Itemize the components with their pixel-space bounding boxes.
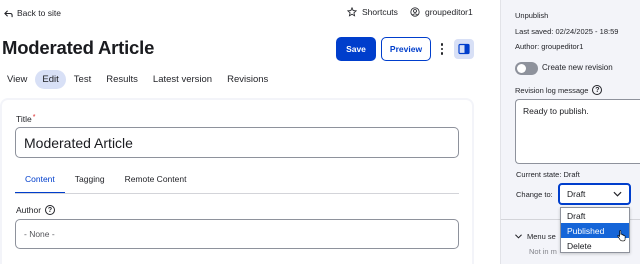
required-marker: * [32,114,36,121]
subtab-content[interactable]: Content [15,170,65,194]
star-icon [347,7,357,17]
sidebar-toggle-icon [458,43,470,55]
revision-log-textarea[interactable]: Ready to publish. [515,99,640,164]
subtabs-divider [15,193,459,194]
publish-status: Unpublish [515,11,549,20]
option-draft[interactable]: Draft [561,208,629,223]
current-state-text: Current state: Draft [516,170,580,179]
subtab-tagging[interactable]: Tagging [65,170,115,194]
back-arrow-icon [4,9,13,17]
menu-settings-toggle[interactable]: Menu se [515,232,556,241]
author-label-text: Author [16,205,42,215]
shortcuts-label: Shortcuts [362,7,398,17]
title-field-label: Title* [16,114,35,124]
revision-log-label-text: Revision log message [515,85,589,95]
revision-log-label: Revision log message ? [515,85,603,95]
title-input[interactable]: Moderated Article [15,127,459,158]
tab-latest-version[interactable]: Latest version [146,70,219,89]
top-toolbar: Back to site Shortcuts groupeditor1 [0,0,500,28]
back-to-site-label: Back to site [17,8,61,18]
title-label-text: Title [16,114,32,124]
tab-results[interactable]: Results [99,70,145,89]
change-to-label: Change to: [516,190,553,199]
sidebar-toggle-button[interactable] [454,39,474,59]
main-content: Back to site Shortcuts groupeditor1 Mode… [0,0,500,264]
create-revision-toggle[interactable] [515,62,538,75]
shortcuts-button[interactable]: Shortcuts [347,7,398,17]
change-to-select[interactable]: Draft [558,183,631,205]
user-menu[interactable]: groupeditor1 [410,7,473,17]
menu-settings-summary: Not in m [529,247,557,256]
author-select[interactable]: - None - [15,219,459,249]
primary-tabs: View Edit Test Results Latest version Re… [0,69,276,89]
preview-button[interactable]: Preview [381,37,431,61]
back-to-site-link[interactable]: Back to site [4,8,61,18]
tab-revisions[interactable]: Revisions [220,70,275,89]
tab-view[interactable]: View [0,70,34,89]
author-field-label: Author ? [16,205,56,215]
user-label: groupeditor1 [425,7,473,17]
more-actions-kebab-icon[interactable] [437,40,447,58]
user-icon [410,7,420,17]
tab-edit[interactable]: Edit [35,69,66,89]
subtab-remote-content[interactable]: Remote Content [115,170,197,194]
menu-settings-label: Menu se [527,232,556,241]
chevron-down-icon [515,234,522,239]
form-subtabs: Content Tagging Remote Content [15,170,196,194]
help-icon[interactable]: ? [592,85,603,95]
help-icon[interactable]: ? [45,205,56,215]
last-saved-text: Last saved: 02/24/2025 - 18:59 [515,27,619,36]
author-info-text: Author: groupeditor1 [515,42,584,51]
pointer-cursor-icon [617,230,626,242]
chevron-down-icon [613,191,622,197]
page-title: Moderated Article [2,37,155,58]
create-revision-label: Create new revision [542,63,613,72]
tab-test[interactable]: Test [67,70,98,89]
change-to-value: Draft [567,189,586,199]
save-button[interactable]: Save [336,37,376,61]
